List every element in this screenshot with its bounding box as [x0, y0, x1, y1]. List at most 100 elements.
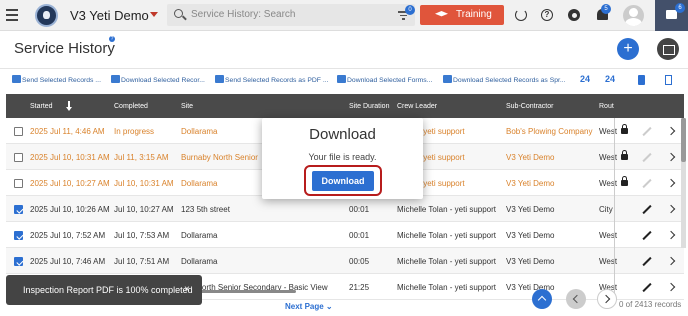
- scroll-thumb[interactable]: [681, 118, 686, 162]
- download-icon: [443, 75, 452, 83]
- filter-badge: 0: [405, 5, 415, 15]
- action-label: Send Selected Records as PDF ...: [225, 77, 329, 84]
- cell-started: 2025 Jul 10, 10:26 AM: [30, 205, 110, 214]
- send-icon: [215, 75, 224, 83]
- download-spreadsheet-action[interactable]: Download Selected Records as Spr...: [443, 75, 566, 84]
- header-route[interactable]: Rout: [599, 103, 614, 110]
- cell-sub: V3 Yeti Demo: [506, 257, 555, 266]
- gear-icon[interactable]: [568, 9, 580, 21]
- table-row[interactable]: 2025 Jul 10, 7:52 AM Jul 10, 7:53 AM Dolla…: [6, 222, 684, 248]
- cell-crew: Michelle Tolan - yeti support: [397, 231, 497, 240]
- cell-duration: 00:05: [349, 257, 370, 266]
- 24h-back-icon[interactable]: 24: [605, 74, 615, 84]
- row-checkbox[interactable]: [14, 179, 23, 188]
- app-logo[interactable]: [35, 4, 58, 27]
- toast-notification: Inspection Report PDF is 100% completed …: [6, 275, 202, 305]
- graduation-cap-icon: [435, 11, 448, 17]
- header-site[interactable]: Site: [181, 103, 193, 110]
- sort-arrow-icon[interactable]: [66, 101, 71, 111]
- cell-started: 2025 Jul 11, 4:46 AM: [30, 127, 105, 136]
- row-checkbox[interactable]: [14, 153, 23, 162]
- row-checkbox[interactable]: [14, 231, 23, 240]
- cell-crew: Michelle Tolan - yeti support: [397, 257, 497, 266]
- row-checkbox[interactable]: [14, 127, 23, 136]
- header-site-duration[interactable]: Site Duration: [349, 103, 389, 110]
- download-forms-action[interactable]: Download Selected Forms...: [337, 75, 432, 84]
- top-bar: V3 Yeti Demo Service History: Search 0 T…: [0, 0, 688, 31]
- cell-duration: 00:01: [349, 205, 370, 214]
- cell-sub: V3 Yeti Demo: [506, 179, 555, 188]
- columns-button[interactable]: [657, 38, 679, 60]
- scroll-top-button[interactable]: [532, 289, 552, 309]
- chat-badge: 6: [675, 3, 685, 13]
- actions-toolbar: Send Selected Records ... Download Selec…: [0, 68, 688, 90]
- chevron-down-icon[interactable]: [150, 12, 158, 17]
- send-icon: [12, 75, 21, 83]
- table-row[interactable]: 2025 Jul 10, 10:26 AM Jul 10, 10:27 AM 123…: [6, 196, 684, 222]
- header-completed[interactable]: Completed: [114, 103, 148, 110]
- download-icon: [337, 75, 346, 83]
- table-row[interactable]: 2025 Jul 10, 7:46 AM Jul 10, 7:51 AM Dolla…: [6, 248, 684, 274]
- header-sub-contractor[interactable]: Sub-Contractor: [506, 103, 553, 110]
- cell-completed: Jul 10, 10:31 AM: [114, 179, 174, 188]
- 24h-icon[interactable]: 24: [580, 74, 590, 84]
- dialog-message: Your file is ready.: [308, 152, 377, 162]
- cell-duration: 21:25: [349, 283, 370, 292]
- action-label: Send Selected Records ...: [22, 77, 101, 84]
- action-label: Download Selected Recor...: [121, 77, 205, 84]
- page-title: Service History: [14, 40, 115, 57]
- send-selected-records-action[interactable]: Send Selected Records ...: [12, 75, 101, 84]
- previous-page-button[interactable]: [566, 289, 586, 309]
- add-button[interactable]: +: [617, 38, 639, 60]
- menu-icon[interactable]: [6, 9, 18, 21]
- cell-site: Dollarama: [181, 231, 218, 240]
- cell-completed: Jul 10, 7:51 AM: [114, 257, 170, 266]
- next-page-label: Next Page: [285, 302, 324, 311]
- help-icon[interactable]: ?: [541, 9, 553, 21]
- chevron-down-icon: ⌄: [325, 302, 333, 311]
- refresh-icon[interactable]: [515, 9, 527, 21]
- table-header: Started Completed Site Site Duration Cre…: [6, 94, 684, 118]
- app-title[interactable]: V3 Yeti Demo: [70, 8, 149, 23]
- cell-completed: Jul 11, 3:15 AM: [114, 153, 169, 162]
- next-page-button[interactable]: [597, 289, 617, 309]
- dialog-title: Download: [309, 126, 376, 143]
- header-crew-leader[interactable]: Crew Leader: [397, 103, 437, 110]
- chat-button[interactable]: 6: [655, 0, 688, 31]
- download-icon: [111, 75, 120, 83]
- cell-site: Dollarama: [181, 257, 218, 266]
- pdf-icon[interactable]: [638, 75, 645, 85]
- training-button[interactable]: Training: [420, 5, 504, 25]
- download-button[interactable]: Download: [312, 171, 374, 191]
- cell-sub: V3 Yeti Demo: [506, 205, 555, 214]
- avatar[interactable]: [623, 5, 644, 26]
- send-as-pdf-action[interactable]: Send Selected Records as PDF ...: [215, 75, 329, 84]
- cell-completed: In progress: [114, 127, 155, 136]
- search-input[interactable]: Service History: Search: [191, 9, 295, 20]
- cell-started: 2025 Jul 10, 10:27 AM: [30, 179, 110, 188]
- download-selected-records-action[interactable]: Download Selected Recor...: [111, 75, 205, 84]
- row-checkbox[interactable]: [14, 257, 23, 266]
- cell-started: 2025 Jul 10, 7:46 AM: [30, 257, 106, 266]
- cell-site: 123 5th street: [181, 205, 230, 214]
- spreadsheet-icon[interactable]: [665, 75, 672, 85]
- cell-duration: 00:01: [349, 231, 370, 240]
- cell-completed: Jul 10, 7:53 AM: [114, 231, 170, 240]
- training-label: Training: [456, 9, 492, 20]
- next-page-link[interactable]: Next Page ⌄: [285, 302, 333, 311]
- cell-sub: V3 Yeti Demo: [506, 231, 555, 240]
- row-checkbox[interactable]: [14, 205, 23, 214]
- header-started[interactable]: Started: [30, 103, 53, 110]
- search-bar[interactable]: Service History: Search 0: [167, 4, 415, 26]
- cell-crew: Michelle Tolan - yeti support: [397, 205, 497, 214]
- records-count: 0 of 2413 records: [619, 300, 682, 309]
- notifications-badge: 5: [601, 4, 611, 14]
- close-icon[interactable]: ×: [184, 284, 190, 295]
- download-dialog: Download Your file is ready. Download: [262, 118, 423, 199]
- cell-started: 2025 Jul 10, 7:52 AM: [30, 231, 106, 240]
- info-icon[interactable]: ?: [109, 36, 115, 42]
- toast-message: Inspection Report PDF is 100% completed: [23, 285, 193, 295]
- row-actions-column: [614, 118, 684, 298]
- search-icon: [174, 9, 183, 18]
- vertical-scrollbar[interactable]: [681, 118, 686, 248]
